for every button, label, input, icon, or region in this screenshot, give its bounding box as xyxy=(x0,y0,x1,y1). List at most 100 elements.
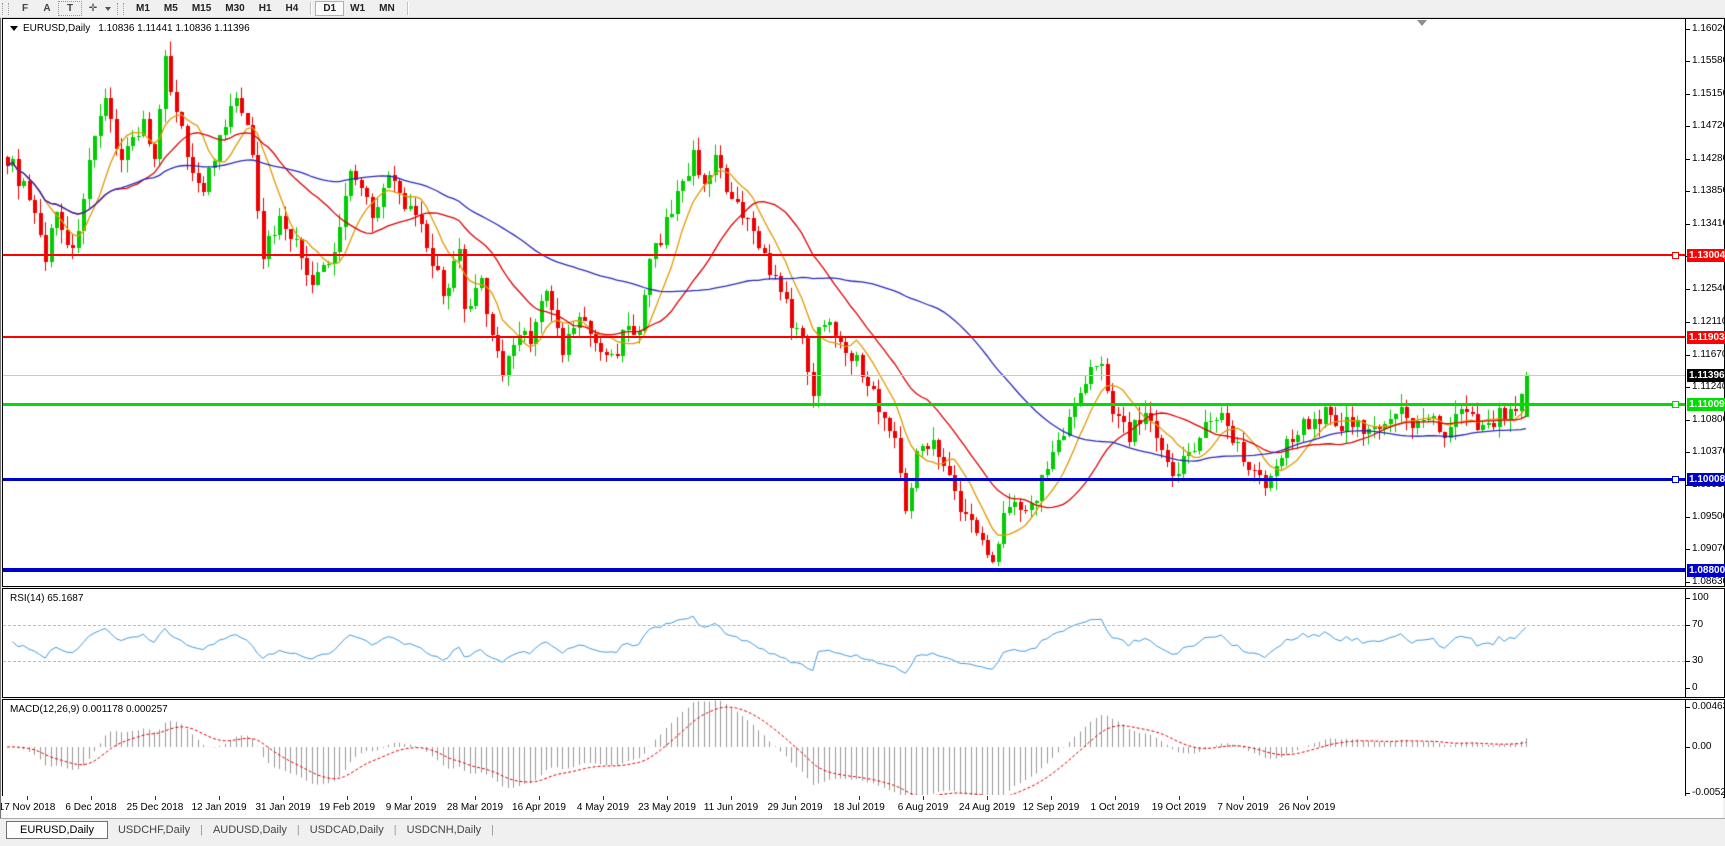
price-tick xyxy=(1685,126,1690,127)
main-chart-window[interactable]: EURUSD,Daily 1.10836 1.11441 1.10836 1.11… xyxy=(2,18,1725,587)
chart-dropdown-icon[interactable] xyxy=(10,26,18,31)
legend-symbol: EURUSD,Daily xyxy=(23,23,90,34)
time-tick xyxy=(539,796,540,800)
text-tool-icon[interactable]: A xyxy=(36,2,58,15)
price-tick-label: 1.11240 xyxy=(1692,382,1725,392)
time-tick-label: 26 Nov 2019 xyxy=(1279,802,1336,813)
price-tick-label: 1.09070 xyxy=(1692,544,1725,554)
toolbar-separator xyxy=(407,2,408,15)
time-tick xyxy=(859,796,860,800)
price-tick-label: 1.15150 xyxy=(1692,89,1725,99)
chart-legend: EURUSD,Daily 1.10836 1.11441 1.10836 1.11… xyxy=(10,23,250,34)
price-level-tag: 1.13004 xyxy=(1687,249,1725,262)
rsi-tick xyxy=(1685,661,1690,662)
macd-tick-label: 0.00463 xyxy=(1692,702,1725,712)
horizontal-line[interactable] xyxy=(3,254,1685,256)
horizontal-line[interactable] xyxy=(3,568,1685,572)
timeframe-m15[interactable]: M15 xyxy=(185,2,218,15)
rsi-canvas[interactable] xyxy=(3,589,1685,695)
time-tick xyxy=(731,796,732,800)
price-tick xyxy=(1685,582,1690,583)
line-studies-toolbar: FAT✛ xyxy=(14,1,104,16)
rsi-tick-label: 30 xyxy=(1692,656,1703,666)
timeframe-mn[interactable]: MN xyxy=(372,2,402,15)
price-axis-line xyxy=(1685,19,1686,586)
price-tick xyxy=(1685,61,1690,62)
tab-eurusd[interactable]: EURUSD,Daily xyxy=(6,821,108,839)
price-tick-label: 1.12110 xyxy=(1692,317,1725,327)
top-toolbar: FAT✛ M1M5M15M30H1H4 D1W1MN xyxy=(0,0,1725,18)
line-handle[interactable] xyxy=(1672,476,1679,483)
timeframe-m5[interactable]: M5 xyxy=(157,2,185,15)
rsi-name: RSI(14) xyxy=(10,593,44,604)
macd-tick xyxy=(1685,793,1690,794)
time-tick xyxy=(795,796,796,800)
time-tick-label: 4 May 2019 xyxy=(577,802,629,813)
rsi-tick-label: 0 xyxy=(1692,683,1698,693)
horizontal-line[interactable] xyxy=(3,403,1685,406)
line-handle[interactable] xyxy=(1672,252,1679,259)
price-level-tag: 1.11009 xyxy=(1687,398,1725,411)
time-tick-label: 6 Dec 2018 xyxy=(65,802,116,813)
macd-indicator-window[interactable]: MACD(12,26,9) 0.001178 0.000257 0.00463 0… xyxy=(2,699,1725,798)
time-tick xyxy=(1243,796,1244,800)
chevron-down-icon[interactable] xyxy=(105,7,111,11)
time-tick-label: 19 Feb 2019 xyxy=(319,802,375,813)
toolbar-drag-handle[interactable] xyxy=(2,3,9,15)
time-tick-label: 11 Jun 2019 xyxy=(704,802,758,813)
time-tick xyxy=(1115,796,1116,800)
macd-canvas[interactable] xyxy=(3,700,1685,795)
rsi-tick xyxy=(1685,598,1690,599)
time-tick-label: 6 Aug 2019 xyxy=(898,802,949,813)
tab-audusd[interactable]: AUDUSD,Daily xyxy=(203,822,297,838)
timeframe-h1[interactable]: H1 xyxy=(252,2,279,15)
tab-usdcnh[interactable]: USDCNH,Daily xyxy=(397,822,492,838)
price-tick xyxy=(1685,289,1690,290)
time-tick xyxy=(603,796,604,800)
macd-values: 0.001178 0.000257 xyxy=(82,704,167,715)
chart-shift-marker-icon[interactable] xyxy=(1417,20,1427,26)
arrows-tool-icon[interactable]: ✛ xyxy=(82,2,104,15)
line-handle[interactable] xyxy=(1672,401,1679,408)
fibonacci-tool-icon[interactable]: F xyxy=(14,2,36,15)
price-tick-label: 1.16020 xyxy=(1692,24,1725,34)
timeframe-w1[interactable]: W1 xyxy=(343,2,372,15)
legend-ohlc: 1.10836 1.11441 1.10836 1.11396 xyxy=(98,23,249,34)
horizontal-line[interactable] xyxy=(3,478,1685,481)
toolbar-separator xyxy=(310,2,311,15)
price-tick xyxy=(1685,94,1690,95)
rsi-value: 65.1687 xyxy=(47,593,83,604)
horizontal-line[interactable] xyxy=(3,336,1685,338)
time-axis[interactable]: 17 Nov 20186 Dec 201825 Dec 201812 Jan 2… xyxy=(2,796,1723,818)
macd-tick xyxy=(1685,707,1690,708)
time-tick-label: 18 Jul 2019 xyxy=(833,802,885,813)
rsi-level-line xyxy=(3,661,1685,662)
text-label-tool-icon[interactable]: T xyxy=(58,1,82,16)
timeframe-h4[interactable]: H4 xyxy=(279,2,306,15)
price-chart-canvas[interactable] xyxy=(3,19,1685,584)
timeframe-m1[interactable]: M1 xyxy=(129,2,157,15)
rsi-indicator-window[interactable]: RSI(14) 65.1687 10070300 xyxy=(2,588,1725,698)
time-tick xyxy=(923,796,924,800)
tab-usdcad[interactable]: USDCAD,Daily xyxy=(300,822,394,838)
time-tick xyxy=(219,796,220,800)
macd-tick xyxy=(1685,747,1690,748)
macd-name: MACD(12,26,9) xyxy=(10,704,79,715)
price-level-tag: 1.11903 xyxy=(1687,331,1725,344)
price-tick-label: 1.10800 xyxy=(1692,415,1725,425)
time-tick-label: 16 Apr 2019 xyxy=(512,802,566,813)
tab-usdchf[interactable]: USDCHF,Daily xyxy=(108,822,200,838)
time-tick xyxy=(155,796,156,800)
price-level-tag: 1.10008 xyxy=(1687,473,1725,486)
time-tick xyxy=(91,796,92,800)
time-tick xyxy=(1051,796,1052,800)
price-tick xyxy=(1685,29,1690,30)
macd-tick-label: 0.00 xyxy=(1692,742,1711,752)
window-frame-edge xyxy=(0,18,1,818)
timeframe-toolbar-drag-handle[interactable] xyxy=(117,3,124,15)
timeframe-d1[interactable]: D1 xyxy=(316,2,343,15)
timeframe-m30[interactable]: M30 xyxy=(218,2,251,15)
price-tick-label: 1.14280 xyxy=(1692,154,1725,164)
price-tick xyxy=(1685,159,1690,160)
price-tick-label: 1.13850 xyxy=(1692,186,1725,196)
